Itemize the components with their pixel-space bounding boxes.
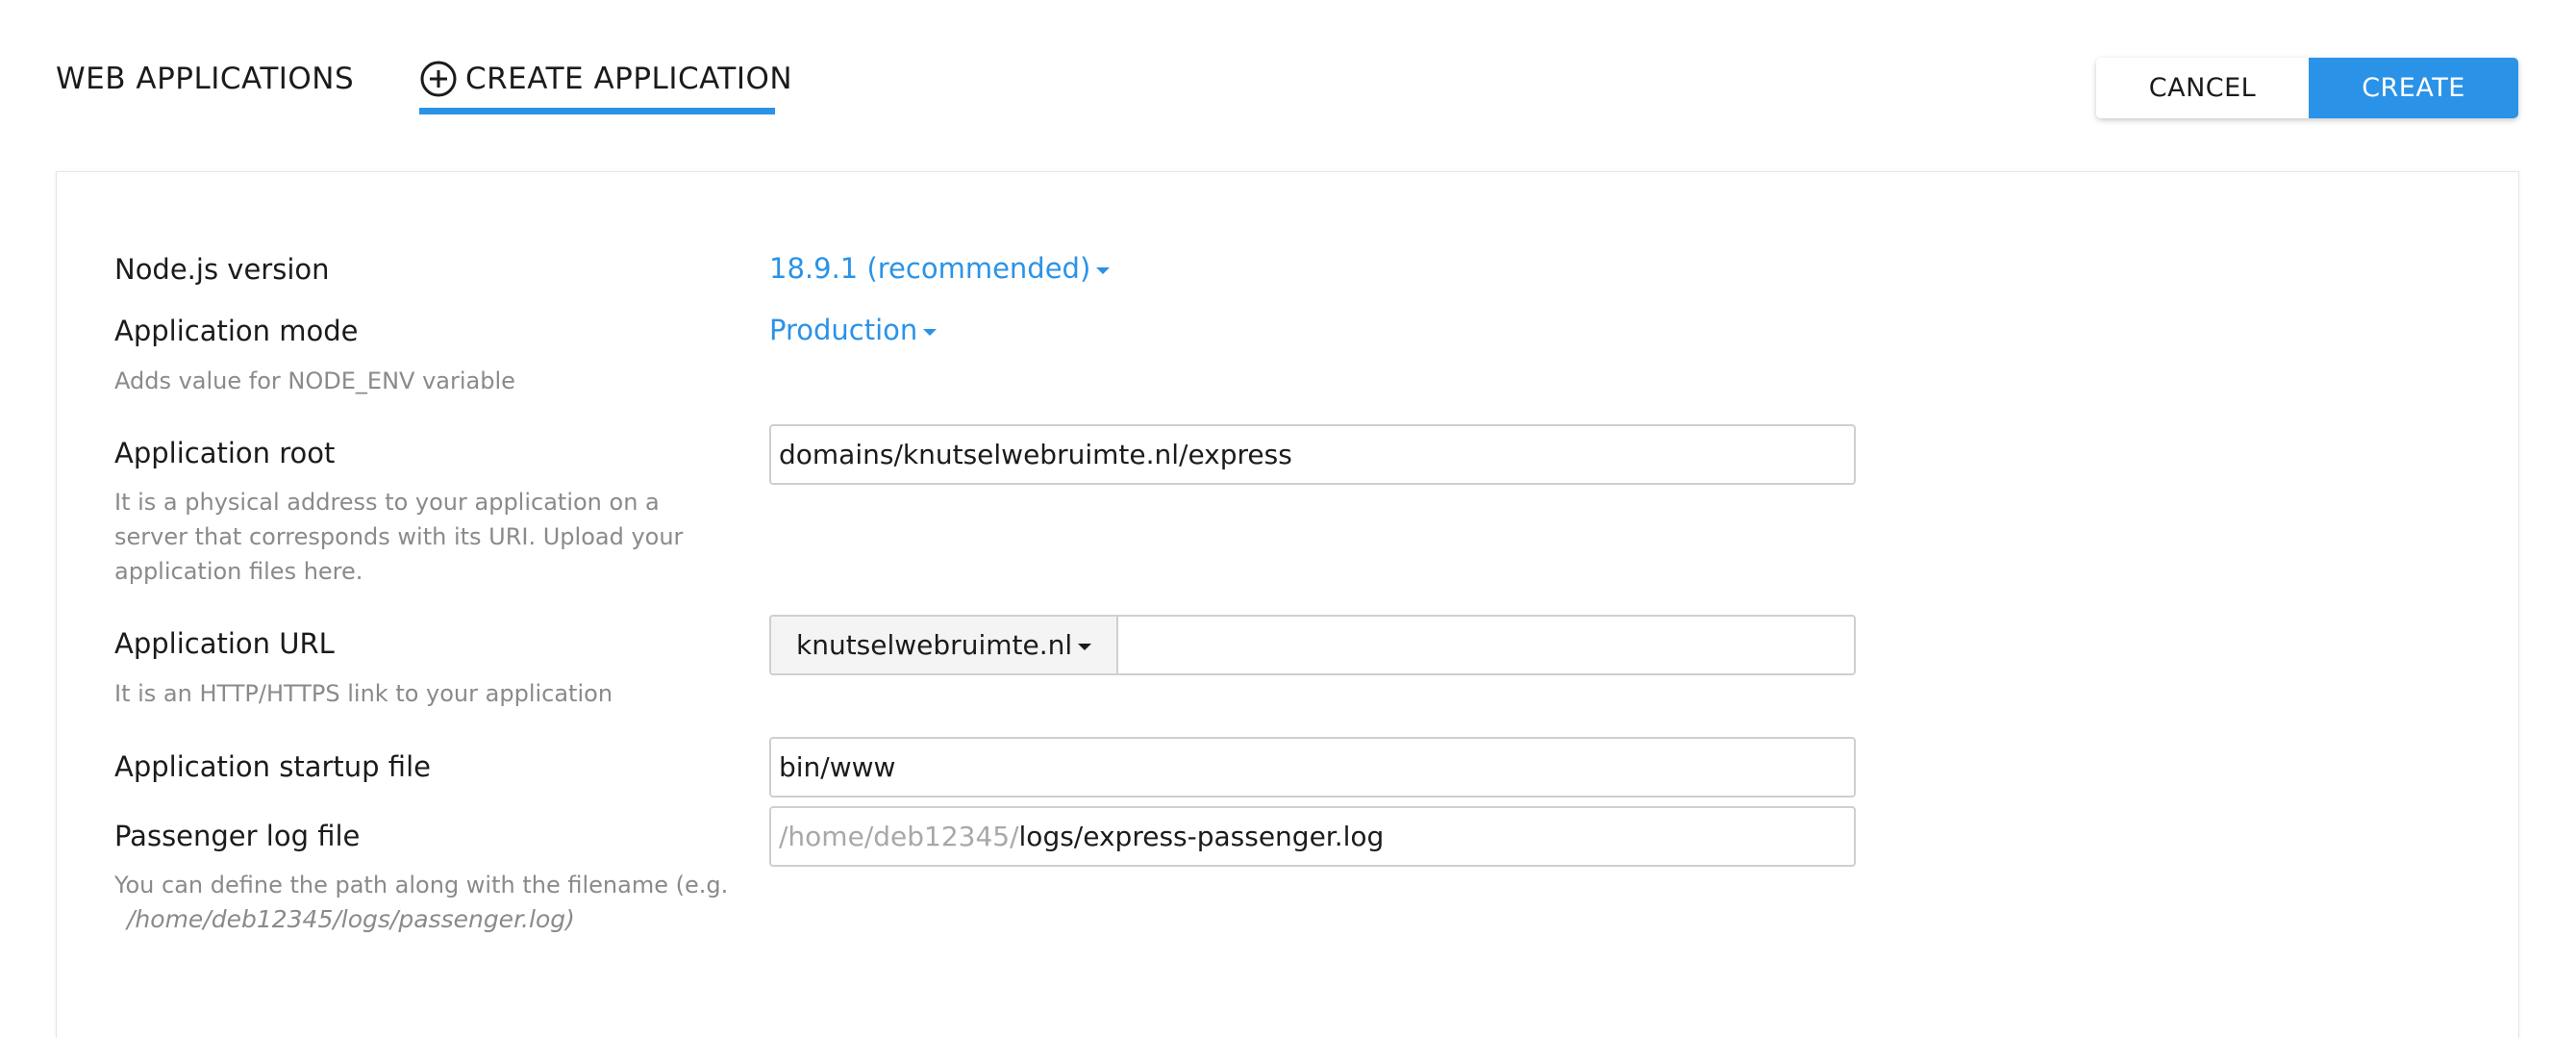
plus-circle-icon: [419, 60, 458, 98]
tab-create-application-label: CREATE APPLICATION: [465, 62, 793, 96]
startup-file-label: Application startup file: [114, 750, 431, 783]
passenger-log-label: Passenger log file: [114, 820, 361, 852]
cancel-button[interactable]: CANCEL: [2096, 58, 2309, 118]
application-url-field: knutselwebruimte.nl: [769, 615, 1856, 675]
application-url-hint: It is an HTTP/HTTPS link to your applica…: [114, 680, 613, 707]
passenger-log-hint-example: /home/deb12345/logs/passenger.log): [127, 905, 575, 933]
nodejs-version-label: Node.js version: [114, 253, 330, 286]
application-root-hint: It is a physical address to your applica…: [114, 489, 684, 585]
active-tab-indicator: [419, 108, 775, 114]
passenger-log-hint-text: You can define the path along with the f…: [114, 872, 729, 899]
tab-create-application[interactable]: CREATE APPLICATION: [419, 60, 792, 98]
caret-down-icon: [923, 328, 938, 336]
application-url-label: Application URL: [114, 627, 335, 660]
passenger-log-hint: You can define the path along with the f…: [114, 868, 730, 937]
passenger-log-input[interactable]: /home/deb12345/logs/express-passenger.lo…: [769, 806, 1856, 867]
nodejs-version-value: 18.9.1 (recommended): [769, 252, 1091, 285]
url-domain-value: knutselwebruimte.nl: [796, 629, 1073, 661]
application-root-input[interactable]: domains/knutselwebruimte.nl/express: [769, 424, 1856, 485]
url-domain-dropdown[interactable]: knutselwebruimte.nl: [771, 617, 1119, 673]
caret-down-icon: [1096, 266, 1111, 274]
create-button[interactable]: CREATE: [2309, 58, 2518, 118]
tab-web-applications[interactable]: WEB APPLICATIONS: [56, 60, 354, 98]
application-mode-label: Application mode: [114, 315, 359, 347]
log-path-prefix: /home/deb12345/: [779, 821, 1019, 852]
url-path-input[interactable]: [1118, 617, 1854, 673]
application-mode-value: Production: [769, 314, 918, 346]
action-button-group: CANCEL CREATE: [2096, 58, 2518, 118]
application-mode-dropdown[interactable]: Production: [769, 314, 938, 346]
log-path-value: logs/express-passenger.log: [1018, 821, 1385, 852]
application-root-label: Application root: [114, 437, 336, 469]
nodejs-version-dropdown[interactable]: 18.9.1 (recommended): [769, 252, 1111, 285]
startup-file-input[interactable]: bin/www: [769, 737, 1856, 797]
caret-down-icon: [1078, 644, 1092, 650]
application-mode-hint: Adds value for NODE_ENV variable: [114, 367, 515, 394]
